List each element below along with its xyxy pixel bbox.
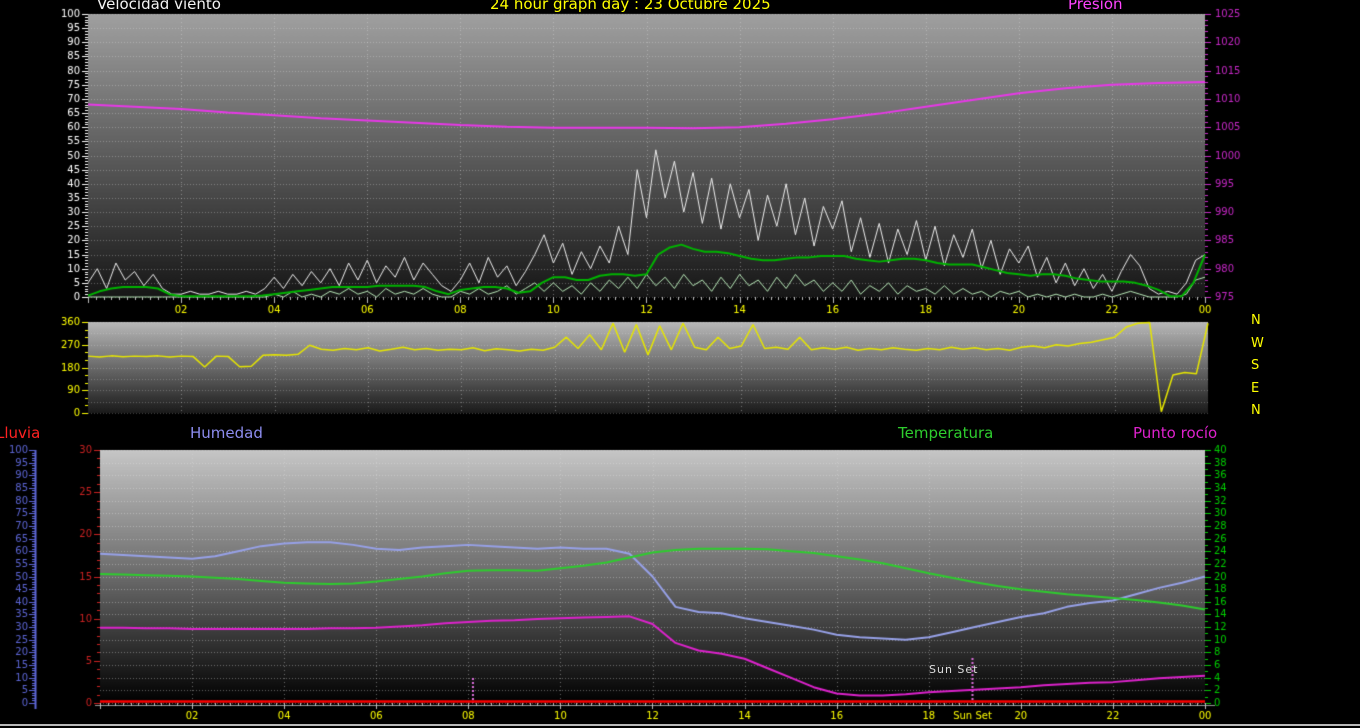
compass-letter-n-top: N — [1251, 314, 1261, 327]
bottom-window-edge — [0, 724, 1360, 726]
humidity-legend-label: Humedad — [190, 426, 263, 441]
charts-canvas — [0, 0, 1360, 728]
sunset-annotation: Sun Set — [929, 664, 979, 675]
weather-24h-graph-screen: Velocidad viento 24 hour graph day : 23 … — [0, 0, 1360, 728]
compass-letter-e: E — [1251, 382, 1259, 395]
compass-letter-s: S — [1251, 359, 1259, 372]
compass-letter-n-bottom: N — [1251, 404, 1261, 417]
dew-point-legend-label: Punto rocío — [1133, 426, 1217, 441]
pressure-title: Presión — [1068, 0, 1123, 12]
wind-speed-title: Velocidad viento — [97, 0, 221, 12]
rain-legend-label: Lluvia — [0, 426, 40, 441]
compass-letter-w: W — [1251, 337, 1264, 350]
page-title: 24 hour graph day : 23 Octubre 2025 — [490, 0, 771, 12]
temperature-legend-label: Temperatura — [898, 426, 993, 441]
